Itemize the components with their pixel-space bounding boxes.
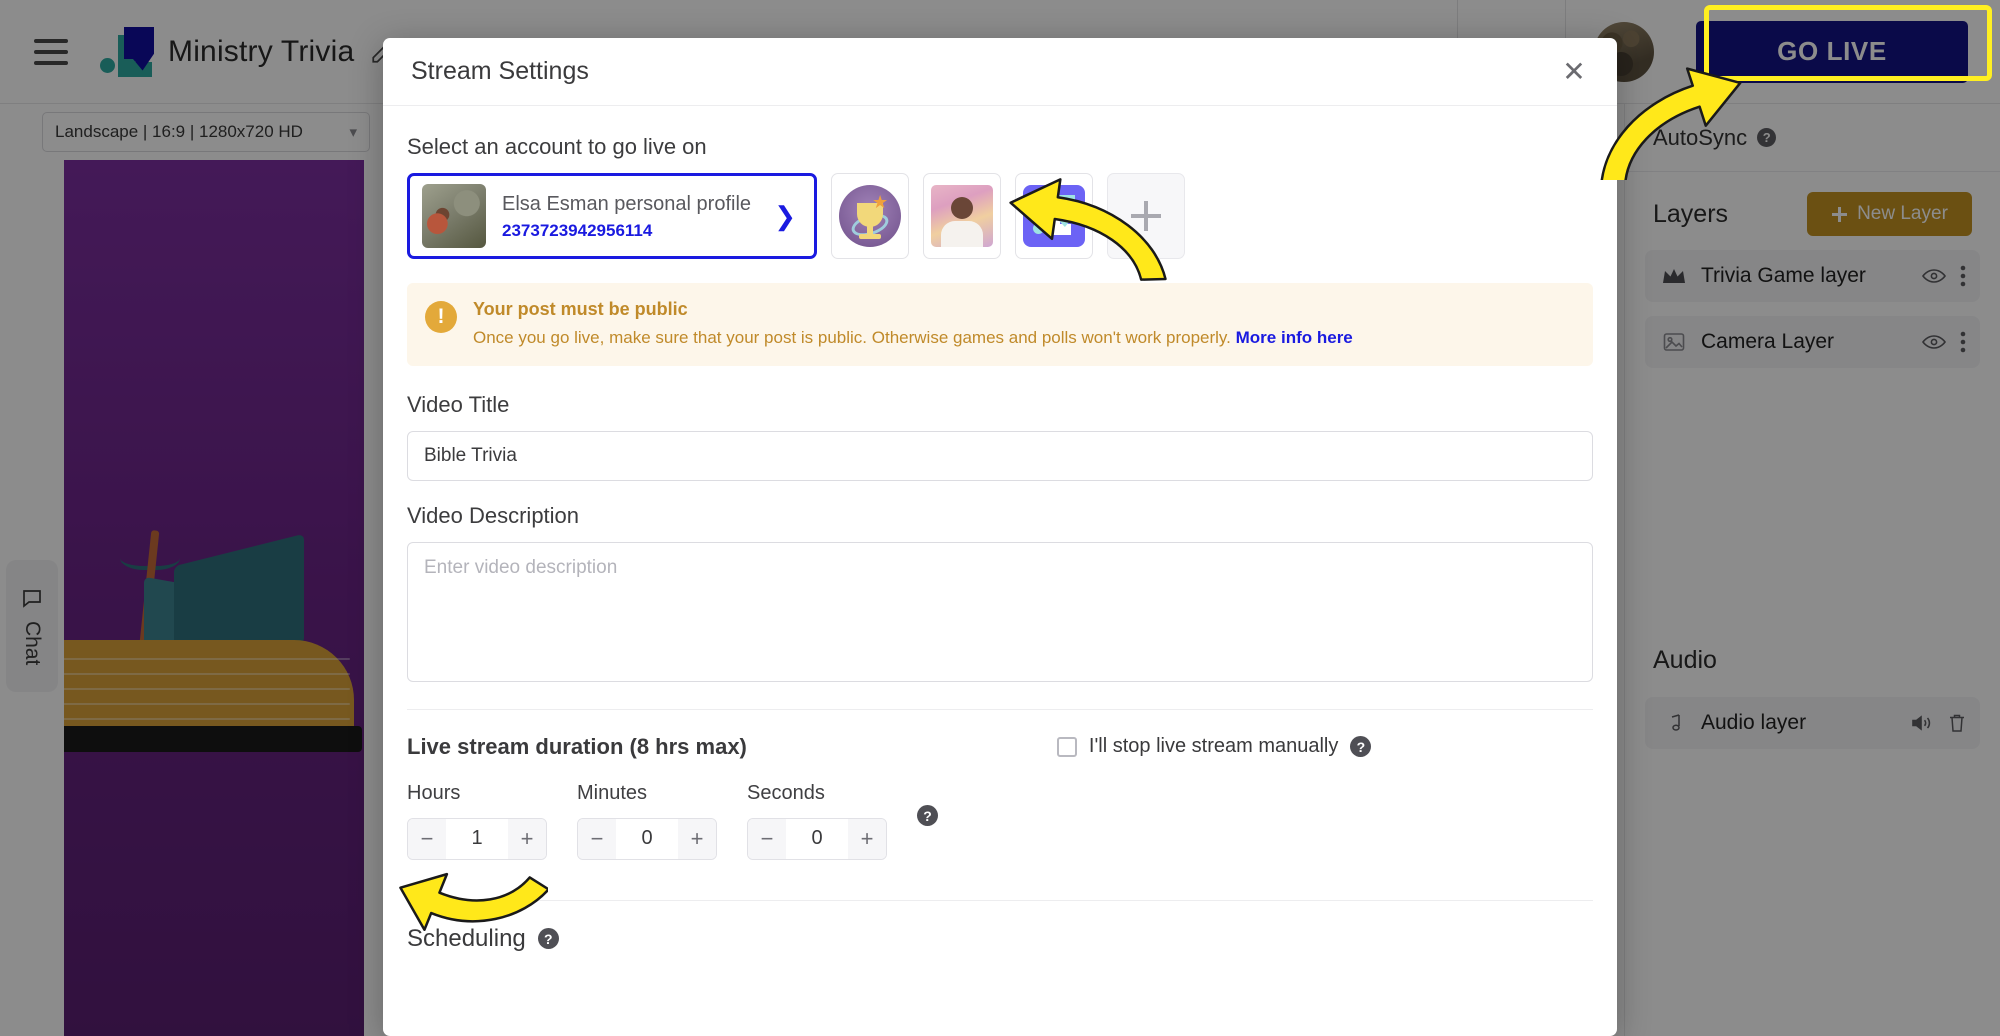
duration-header: Live stream duration (8 hrs max) I'll st… <box>407 734 1593 760</box>
video-title-label: Video Title <box>407 391 510 417</box>
minutes-label: Minutes <box>577 781 648 804</box>
trophy-avatar-icon: ★ <box>839 185 901 247</box>
video-description-label: Video Description <box>407 502 580 528</box>
scheduling-label: Scheduling <box>407 924 526 952</box>
public-post-warning: ! Your post must be public Once you go l… <box>407 283 1593 366</box>
seconds-stepper-group: Seconds − 0 + <box>747 782 887 860</box>
warning-title: Your post must be public <box>473 299 688 319</box>
brand-avatar-icon <box>1023 185 1085 247</box>
hours-value[interactable]: 1 <box>446 819 508 859</box>
scheduling-header: Scheduling ? <box>407 925 1593 953</box>
hours-stepper-group: Hours − 1 + <box>407 782 547 860</box>
go-live-button-hotspot[interactable] <box>1709 10 1987 76</box>
chevron-down-icon[interactable]: ❯ <box>774 201 802 232</box>
account-tile-trophy[interactable]: ★ <box>831 173 909 259</box>
account-thumbnail <box>422 184 486 248</box>
seconds-value[interactable]: 0 <box>786 819 848 859</box>
manual-stop-label: I'll stop live stream manually <box>1088 735 1339 758</box>
accounts-label: Select an account to go live on <box>407 134 707 159</box>
stream-settings-modal: Stream Settings ✕ Select an account to g… <box>383 38 1617 1036</box>
more-info-link[interactable]: More info here <box>1236 328 1353 347</box>
help-icon[interactable]: ? <box>1350 736 1372 758</box>
video-description-field: Video Description <box>407 503 1593 687</box>
minutes-decrement-button[interactable]: − <box>578 818 616 859</box>
warning-text: Once you go live, make sure that your po… <box>473 328 1231 347</box>
selected-account-card[interactable]: Elsa Esman personal profile 237372394295… <box>407 173 817 259</box>
video-description-input[interactable] <box>407 541 1593 682</box>
screen-root: Ministry Trivia 2934.7 credits GO LIVE <box>0 0 2000 1036</box>
seconds-label: Seconds <box>747 781 825 804</box>
alert-icon: ! <box>425 301 457 333</box>
divider <box>407 708 1593 710</box>
modal-body: Select an account to go live on Elsa Esm… <box>383 106 1617 1036</box>
manual-stop-checkbox[interactable] <box>1056 736 1077 757</box>
seconds-stepper[interactable]: − 0 + <box>747 817 887 860</box>
video-title-field: Video Title <box>407 392 1593 481</box>
divider <box>407 899 1593 901</box>
duration-help-icon[interactable]: ? <box>917 805 938 827</box>
minutes-stepper-group: Minutes − 0 + <box>577 782 717 860</box>
account-tile-person[interactable] <box>923 173 1001 259</box>
hours-label: Hours <box>407 781 461 804</box>
video-title-input[interactable] <box>407 430 1593 481</box>
account-id: 2373723942956114 <box>502 220 653 240</box>
accounts-row: Elsa Esman personal profile 237372394295… <box>407 173 1593 259</box>
hours-increment-button[interactable]: + <box>508 818 546 859</box>
minutes-increment-button[interactable]: + <box>678 818 716 859</box>
hours-decrement-button[interactable]: − <box>408 818 446 859</box>
seconds-increment-button[interactable]: + <box>848 818 886 859</box>
add-account-button[interactable] <box>1107 173 1185 259</box>
account-tile-brand[interactable] <box>1015 173 1093 259</box>
duration-steppers: Hours − 1 + Minutes − 0 + Seconds − 0 + … <box>407 782 1593 860</box>
duration-label: Live stream duration (8 hrs max) <box>407 733 747 759</box>
minutes-stepper[interactable]: − 0 + <box>577 817 717 860</box>
account-name: Elsa Esman personal profile <box>502 192 752 215</box>
plus-icon <box>1131 201 1161 231</box>
close-icon[interactable]: ✕ <box>1557 55 1591 89</box>
help-icon[interactable]: ? <box>537 928 559 950</box>
minutes-value[interactable]: 0 <box>616 819 678 859</box>
modal-title: Stream Settings <box>411 57 589 85</box>
seconds-decrement-button[interactable]: − <box>748 818 786 859</box>
modal-header: Stream Settings ✕ <box>383 38 1617 106</box>
person-avatar-icon <box>931 185 993 247</box>
hours-stepper[interactable]: − 1 + <box>407 817 547 860</box>
